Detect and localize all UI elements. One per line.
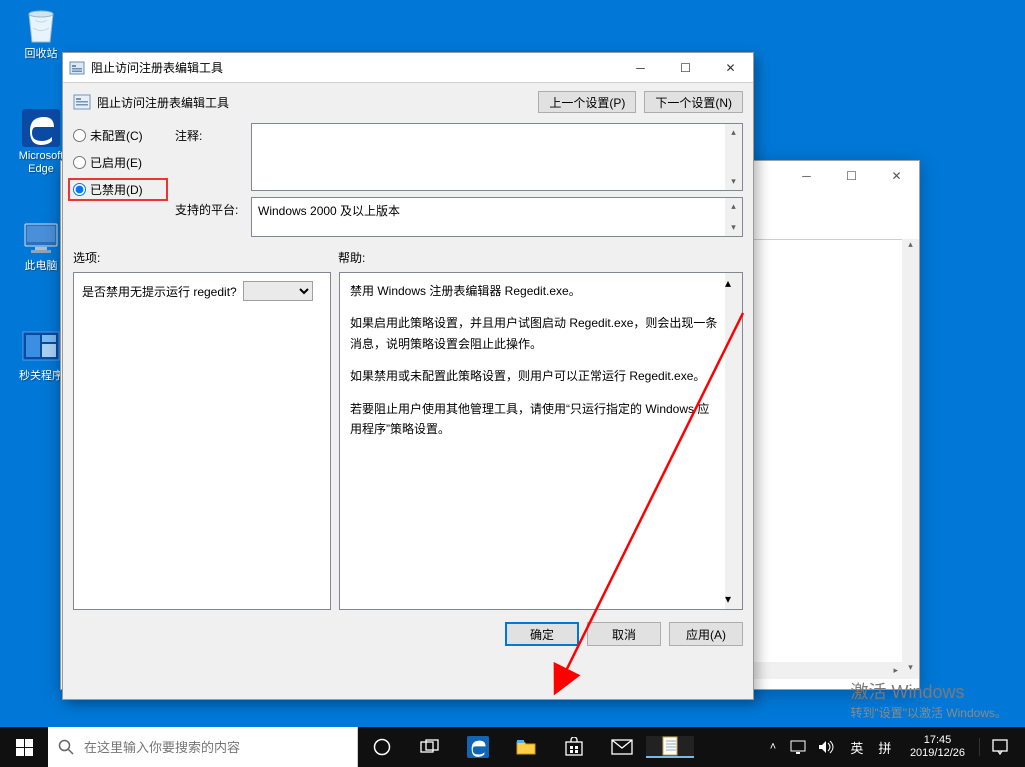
close-button[interactable]: ✕ — [874, 161, 919, 191]
platform-label: 支持的平台: — [175, 197, 245, 218]
platform-value: Windows 2000 及以上版本 — [252, 198, 742, 223]
options-label: 选项: — [73, 249, 338, 266]
tray-ime-mode[interactable]: 拼 — [874, 738, 896, 757]
activation-watermark: 激活 Windows 转到"设置"以激活 Windows。 — [850, 678, 1007, 721]
tray-clock[interactable]: 17:45 2019/12/26 — [902, 734, 973, 760]
cancel-button[interactable]: 取消 — [587, 622, 661, 646]
minimize-button[interactable]: ─ — [618, 53, 663, 83]
scrollbar-vertical[interactable]: ▴▾ — [725, 273, 742, 609]
start-button[interactable] — [0, 727, 48, 767]
help-text: 禁用 Windows 注册表编辑器 Regedit.exe。 — [350, 281, 720, 301]
help-text: 如果禁用或未配置此策略设置，则用户可以正常运行 Regedit.exe。 — [350, 366, 720, 386]
comment-label: 注释: — [175, 123, 245, 144]
tray-network-icon[interactable] — [790, 740, 812, 754]
apply-button[interactable]: 应用(A) — [669, 622, 743, 646]
tray-notifications-icon[interactable] — [979, 738, 1019, 756]
maximize-button[interactable]: ☐ — [663, 53, 708, 83]
tray-date: 2019/12/26 — [910, 747, 965, 760]
help-text: 如果启用此策略设置，并且用户试图启动 Regedit.exe，则会出现一条消息，… — [350, 313, 720, 354]
watermark-subtitle: 转到"设置"以激活 Windows。 — [850, 704, 1007, 721]
search-box[interactable] — [48, 727, 358, 767]
previous-setting-button[interactable]: 上一个设置(P) — [538, 91, 636, 113]
edge-icon — [21, 108, 61, 148]
ok-button[interactable]: 确定 — [505, 622, 579, 646]
window-title: 阻止访问注册表编辑工具 — [91, 59, 223, 76]
next-setting-button[interactable]: 下一个设置(N) — [644, 91, 743, 113]
help-text: 若要阻止用户使用其他管理工具，请使用“只运行指定的 Windows 应用程序”策… — [350, 399, 720, 440]
scrollbar-vertical[interactable]: ▴ ▾ — [902, 239, 919, 679]
platform-textbox: Windows 2000 及以上版本 ▴▾ — [251, 197, 743, 237]
cortana-button[interactable] — [358, 738, 406, 756]
policy-icon — [73, 93, 91, 111]
radio-enabled[interactable]: 已启用(E) — [73, 154, 163, 171]
comment-textbox[interactable]: ▴▾ — [251, 123, 743, 191]
task-view-button[interactable] — [406, 739, 454, 755]
minimize-button[interactable]: ─ — [784, 161, 829, 191]
search-icon — [58, 739, 74, 755]
shutdown-icon — [21, 328, 61, 368]
maximize-button[interactable]: ☐ — [829, 161, 874, 191]
help-panel: 禁用 Windows 注册表编辑器 Regedit.exe。 如果启用此策略设置… — [339, 272, 743, 610]
options-panel: 是否禁用无提示运行 regedit? — [73, 272, 331, 610]
tray-time: 17:45 — [910, 734, 965, 747]
help-label: 帮助: — [338, 249, 365, 266]
this-pc-icon — [21, 218, 61, 258]
app-icon — [69, 60, 85, 76]
recycle-bin-icon — [21, 6, 61, 46]
policy-dialog: 阻止访问注册表编辑工具 ─ ☐ ✕ 阻止访问注册表编辑工具 上一个设置(P) 下… — [62, 52, 754, 700]
option-select[interactable] — [243, 281, 313, 301]
scrollbar-vertical[interactable]: ▴▾ — [725, 124, 742, 190]
taskbar: ˄ 英 拼 17:45 2019/12/26 — [0, 727, 1025, 767]
tray-chevron-up-icon[interactable]: ˄ — [762, 741, 784, 753]
tray-ime-lang[interactable]: 英 — [846, 738, 868, 757]
radio-disabled[interactable]: 已禁用(D) — [73, 181, 163, 198]
taskbar-app-notepad[interactable] — [646, 736, 694, 758]
taskbar-app-mail[interactable] — [598, 739, 646, 755]
watermark-title: 激活 Windows — [850, 678, 1007, 704]
radio-not-configured[interactable]: 未配置(C) — [73, 127, 163, 144]
taskbar-app-store[interactable] — [550, 737, 598, 757]
policy-heading: 阻止访问注册表编辑工具 — [73, 93, 229, 111]
taskbar-app-explorer[interactable] — [502, 738, 550, 756]
policy-title-text: 阻止访问注册表编辑工具 — [97, 94, 229, 111]
search-input[interactable] — [84, 740, 347, 755]
option-question: 是否禁用无提示运行 regedit? — [82, 283, 237, 300]
tray-volume-icon[interactable] — [818, 740, 840, 754]
taskbar-app-edge[interactable] — [454, 736, 502, 758]
titlebar: 阻止访问注册表编辑工具 ─ ☐ ✕ — [63, 53, 753, 83]
close-button[interactable]: ✕ — [708, 53, 753, 83]
scrollbar-vertical[interactable]: ▴▾ — [725, 198, 742, 236]
